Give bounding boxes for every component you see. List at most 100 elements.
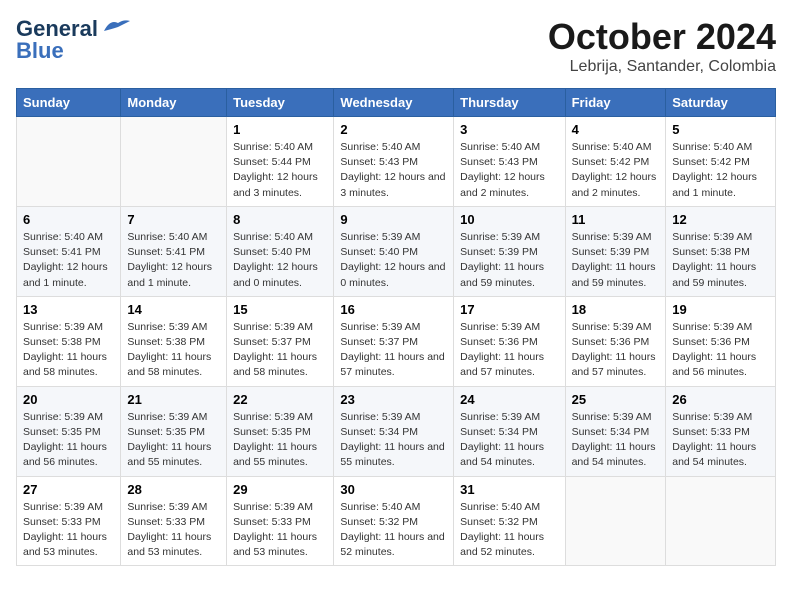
day-number: 10: [460, 212, 558, 227]
day-number: 7: [127, 212, 220, 227]
calendar-cell: 10 Sunrise: 5:39 AM Sunset: 5:39 PM Dayli…: [454, 206, 565, 296]
calendar-cell: 28 Sunrise: 5:39 AM Sunset: 5:33 PM Dayli…: [121, 476, 227, 566]
calendar-cell: 19 Sunrise: 5:39 AM Sunset: 5:36 PM Dayli…: [666, 296, 776, 386]
day-number: 16: [340, 302, 447, 317]
day-info: Sunrise: 5:39 AM Sunset: 5:38 PM Dayligh…: [127, 320, 220, 381]
day-number: 23: [340, 392, 447, 407]
day-info: Sunrise: 5:39 AM Sunset: 5:36 PM Dayligh…: [572, 320, 660, 381]
day-info: Sunrise: 5:39 AM Sunset: 5:34 PM Dayligh…: [340, 410, 447, 471]
day-info: Sunrise: 5:39 AM Sunset: 5:37 PM Dayligh…: [340, 320, 447, 381]
calendar-table: SundayMondayTuesdayWednesdayThursdayFrid…: [16, 88, 776, 566]
day-info: Sunrise: 5:40 AM Sunset: 5:32 PM Dayligh…: [340, 500, 447, 561]
calendar-cell: 25 Sunrise: 5:39 AM Sunset: 5:34 PM Dayli…: [565, 386, 666, 476]
day-info: Sunrise: 5:39 AM Sunset: 5:33 PM Dayligh…: [233, 500, 327, 561]
calendar-cell: 11 Sunrise: 5:39 AM Sunset: 5:39 PM Dayli…: [565, 206, 666, 296]
header-day-wednesday: Wednesday: [334, 89, 454, 117]
day-number: 25: [572, 392, 660, 407]
header-row: SundayMondayTuesdayWednesdayThursdayFrid…: [17, 89, 776, 117]
page-header: General Blue October 2024 Lebrija, Santa…: [16, 16, 776, 76]
calendar-cell: 30 Sunrise: 5:40 AM Sunset: 5:32 PM Dayli…: [334, 476, 454, 566]
day-info: Sunrise: 5:40 AM Sunset: 5:42 PM Dayligh…: [672, 140, 769, 201]
day-number: 29: [233, 482, 327, 497]
calendar-cell: 2 Sunrise: 5:40 AM Sunset: 5:43 PM Daylig…: [334, 117, 454, 207]
calendar-cell: 27Sunrise: 5:39 AM Sunset: 5:33 PM Dayli…: [17, 476, 121, 566]
calendar-cell: 29 Sunrise: 5:39 AM Sunset: 5:33 PM Dayli…: [227, 476, 334, 566]
day-number: 22: [233, 392, 327, 407]
calendar-cell: [565, 476, 666, 566]
calendar-body: 1 Sunrise: 5:40 AM Sunset: 5:44 PM Daylig…: [17, 117, 776, 566]
day-info: Sunrise: 5:39 AM Sunset: 5:33 PM Dayligh…: [23, 500, 114, 561]
calendar-cell: [121, 117, 227, 207]
day-number: 19: [672, 302, 769, 317]
day-number: 8: [233, 212, 327, 227]
day-info: Sunrise: 5:40 AM Sunset: 5:41 PM Dayligh…: [127, 230, 220, 291]
day-info: Sunrise: 5:40 AM Sunset: 5:43 PM Dayligh…: [460, 140, 558, 201]
calendar-cell: 18 Sunrise: 5:39 AM Sunset: 5:36 PM Dayli…: [565, 296, 666, 386]
calendar-cell: 22 Sunrise: 5:39 AM Sunset: 5:35 PM Dayli…: [227, 386, 334, 476]
day-number: 31: [460, 482, 558, 497]
day-number: 17: [460, 302, 558, 317]
title-section: October 2024 Lebrija, Santander, Colombi…: [548, 16, 776, 76]
calendar-cell: [17, 117, 121, 207]
calendar-header: SundayMondayTuesdayWednesdayThursdayFrid…: [17, 89, 776, 117]
calendar-cell: 17Sunrise: 5:39 AM Sunset: 5:36 PM Dayli…: [454, 296, 565, 386]
calendar-cell: 21 Sunrise: 5:39 AM Sunset: 5:35 PM Dayli…: [121, 386, 227, 476]
day-number: 5: [672, 122, 769, 137]
header-day-thursday: Thursday: [454, 89, 565, 117]
calendar-cell: 3Sunrise: 5:40 AM Sunset: 5:43 PM Daylig…: [454, 117, 565, 207]
week-row-2: 6 Sunrise: 5:40 AM Sunset: 5:41 PM Daylig…: [17, 206, 776, 296]
day-info: Sunrise: 5:39 AM Sunset: 5:33 PM Dayligh…: [672, 410, 769, 471]
week-row-5: 27Sunrise: 5:39 AM Sunset: 5:33 PM Dayli…: [17, 476, 776, 566]
day-info: Sunrise: 5:39 AM Sunset: 5:35 PM Dayligh…: [233, 410, 327, 471]
calendar-cell: 24 Sunrise: 5:39 AM Sunset: 5:34 PM Dayli…: [454, 386, 565, 476]
day-number: 24: [460, 392, 558, 407]
day-number: 28: [127, 482, 220, 497]
week-row-4: 20 Sunrise: 5:39 AM Sunset: 5:35 PM Dayli…: [17, 386, 776, 476]
day-info: Sunrise: 5:40 AM Sunset: 5:44 PM Dayligh…: [233, 140, 327, 201]
day-info: Sunrise: 5:39 AM Sunset: 5:39 PM Dayligh…: [460, 230, 558, 291]
day-info: Sunrise: 5:40 AM Sunset: 5:41 PM Dayligh…: [23, 230, 114, 291]
day-info: Sunrise: 5:39 AM Sunset: 5:36 PM Dayligh…: [672, 320, 769, 381]
month-title: October 2024: [548, 16, 776, 58]
day-number: 11: [572, 212, 660, 227]
day-number: 6: [23, 212, 114, 227]
day-info: Sunrise: 5:39 AM Sunset: 5:37 PM Dayligh…: [233, 320, 327, 381]
calendar-cell: 26 Sunrise: 5:39 AM Sunset: 5:33 PM Dayli…: [666, 386, 776, 476]
calendar-cell: 4Sunrise: 5:40 AM Sunset: 5:42 PM Daylig…: [565, 117, 666, 207]
day-info: Sunrise: 5:40 AM Sunset: 5:40 PM Dayligh…: [233, 230, 327, 291]
day-info: Sunrise: 5:39 AM Sunset: 5:34 PM Dayligh…: [460, 410, 558, 471]
day-info: Sunrise: 5:39 AM Sunset: 5:40 PM Dayligh…: [340, 230, 447, 291]
logo-blue: Blue: [16, 38, 64, 64]
day-number: 1: [233, 122, 327, 137]
day-number: 21: [127, 392, 220, 407]
calendar-cell: 14 Sunrise: 5:39 AM Sunset: 5:38 PM Dayli…: [121, 296, 227, 386]
day-number: 20: [23, 392, 114, 407]
day-info: Sunrise: 5:40 AM Sunset: 5:43 PM Dayligh…: [340, 140, 447, 201]
calendar-cell: 9Sunrise: 5:39 AM Sunset: 5:40 PM Daylig…: [334, 206, 454, 296]
calendar-cell: 15 Sunrise: 5:39 AM Sunset: 5:37 PM Dayli…: [227, 296, 334, 386]
day-number: 30: [340, 482, 447, 497]
day-info: Sunrise: 5:39 AM Sunset: 5:39 PM Dayligh…: [572, 230, 660, 291]
week-row-1: 1 Sunrise: 5:40 AM Sunset: 5:44 PM Daylig…: [17, 117, 776, 207]
day-number: 15: [233, 302, 327, 317]
header-day-saturday: Saturday: [666, 89, 776, 117]
day-number: 14: [127, 302, 220, 317]
day-info: Sunrise: 5:39 AM Sunset: 5:35 PM Dayligh…: [127, 410, 220, 471]
day-number: 12: [672, 212, 769, 227]
calendar-cell: 7 Sunrise: 5:40 AM Sunset: 5:41 PM Daylig…: [121, 206, 227, 296]
day-info: Sunrise: 5:39 AM Sunset: 5:34 PM Dayligh…: [572, 410, 660, 471]
location-subtitle: Lebrija, Santander, Colombia: [548, 58, 776, 76]
logo: General Blue: [16, 16, 132, 64]
header-day-tuesday: Tuesday: [227, 89, 334, 117]
calendar-cell: 8 Sunrise: 5:40 AM Sunset: 5:40 PM Daylig…: [227, 206, 334, 296]
day-info: Sunrise: 5:39 AM Sunset: 5:33 PM Dayligh…: [127, 500, 220, 561]
header-day-friday: Friday: [565, 89, 666, 117]
day-number: 2: [340, 122, 447, 137]
day-info: Sunrise: 5:39 AM Sunset: 5:35 PM Dayligh…: [23, 410, 114, 471]
calendar-cell: 16 Sunrise: 5:39 AM Sunset: 5:37 PM Dayli…: [334, 296, 454, 386]
day-number: 18: [572, 302, 660, 317]
calendar-cell: 1 Sunrise: 5:40 AM Sunset: 5:44 PM Daylig…: [227, 117, 334, 207]
day-number: 26: [672, 392, 769, 407]
calendar-cell: 31Sunrise: 5:40 AM Sunset: 5:32 PM Dayli…: [454, 476, 565, 566]
day-info: Sunrise: 5:39 AM Sunset: 5:38 PM Dayligh…: [23, 320, 114, 381]
